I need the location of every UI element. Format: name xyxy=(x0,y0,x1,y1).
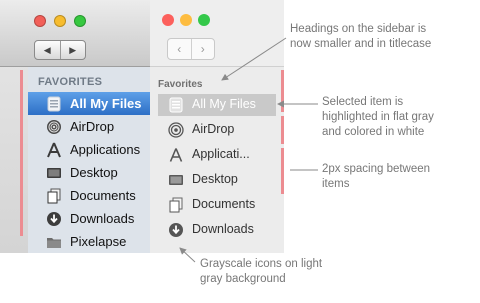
annotation-line: and colored in white xyxy=(322,126,425,138)
annotation-line: Headings on the sidebar is xyxy=(290,23,427,35)
annotation-line: Selected item is xyxy=(322,96,404,108)
headings-arrow xyxy=(221,37,287,81)
icons-arrow xyxy=(179,247,196,263)
headings-annotation: Headings on the sidebar is now smaller a… xyxy=(290,22,431,52)
annotation-line: 2px spacing between xyxy=(322,163,431,175)
annotation-line: Grayscale icons on light xyxy=(200,258,323,270)
annotation-line: items xyxy=(322,178,350,190)
icons-annotation: Grayscale icons on light gray background xyxy=(200,257,322,287)
annotation-line: gray background xyxy=(200,273,286,285)
annotation-line: highlighted in flat gray xyxy=(322,111,434,123)
selected-annotation: Selected item is highlighted in flat gra… xyxy=(322,95,434,140)
spacing-annotation: 2px spacing between items xyxy=(322,162,430,192)
annotation-line: now smaller and in titlecase xyxy=(290,38,432,50)
